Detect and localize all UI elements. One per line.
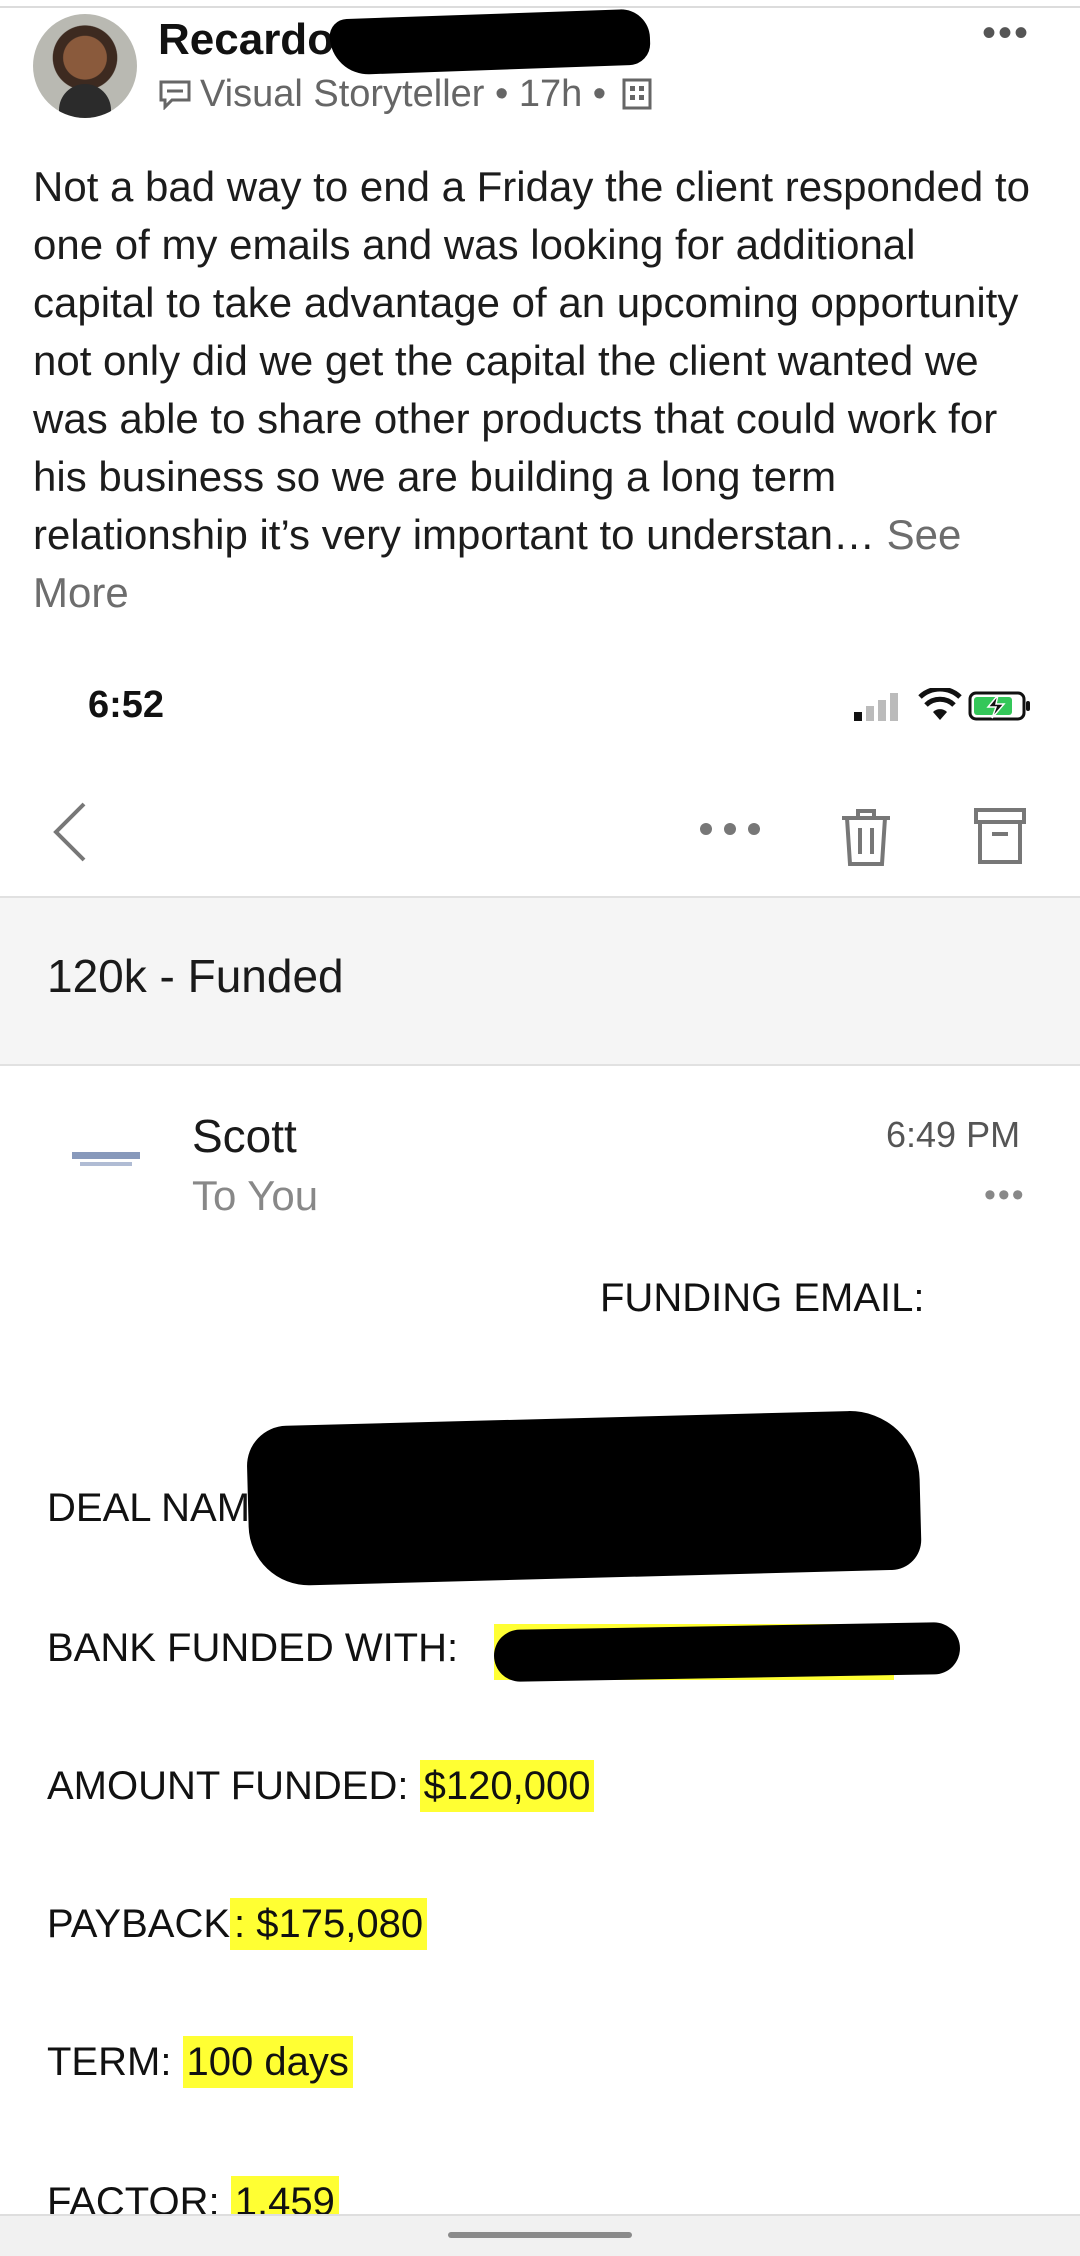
- recipient-line: To You: [192, 1172, 319, 1219]
- author-subtitle: Visual Storyteller • 17h •: [200, 73, 607, 115]
- payback-label: PAYBACK: [47, 1902, 231, 1946]
- author-avatar[interactable]: [33, 14, 137, 118]
- post-more-button[interactable]: •••: [982, 13, 1030, 53]
- status-time: 6:52: [88, 684, 165, 726]
- wifi-icon: [918, 688, 962, 720]
- more-icon[interactable]: [696, 814, 764, 844]
- top-divider: [0, 6, 1080, 8]
- sender-logo-icon: [72, 1152, 140, 1166]
- home-indicator[interactable]: [448, 2232, 632, 2238]
- payback-field: PAYBACK: $175,080: [47, 1898, 428, 1950]
- sender-name[interactable]: Scott: [192, 1108, 297, 1164]
- term-field: TERM: 100 days: [47, 2036, 353, 2088]
- email-subject: 120k - Funded: [47, 950, 344, 1002]
- term-value: 100 days: [182, 2036, 353, 2088]
- signal-icon: [854, 693, 898, 721]
- back-chevron-icon[interactable]: [50, 800, 90, 864]
- bank-field: BANK FUNDED WITH:: [47, 1622, 458, 1674]
- term-label: TERM:: [47, 2040, 183, 2084]
- bank-redaction: [493, 1621, 961, 1683]
- archive-icon[interactable]: [973, 806, 1027, 866]
- bank-label: BANK FUNDED WITH:: [47, 1626, 459, 1670]
- amount-value: $120,000: [419, 1760, 595, 1812]
- post-body: Not a bad way to end a Friday the client…: [33, 158, 1043, 622]
- speech-bubble-icon: [159, 80, 191, 110]
- deal-name-redaction: [246, 1409, 922, 1587]
- author-name[interactable]: Recardo: [158, 14, 334, 66]
- building-icon: [622, 78, 652, 110]
- trash-icon[interactable]: [838, 806, 894, 868]
- amount-label: AMOUNT FUNDED:: [47, 1764, 420, 1808]
- amount-field: AMOUNT FUNDED: $120,000: [47, 1760, 595, 1812]
- name-redaction: [329, 8, 651, 76]
- email-options-button[interactable]: •••: [984, 1178, 1026, 1212]
- post-body-text: Not a bad way to end a Friday the client…: [33, 163, 1030, 558]
- email-time: 6:49 PM: [886, 1114, 1021, 1155]
- funding-heading: FUNDING EMAIL:: [600, 1276, 925, 1320]
- battery-icon: [968, 691, 1030, 721]
- payback-value: : $175,080: [230, 1898, 428, 1950]
